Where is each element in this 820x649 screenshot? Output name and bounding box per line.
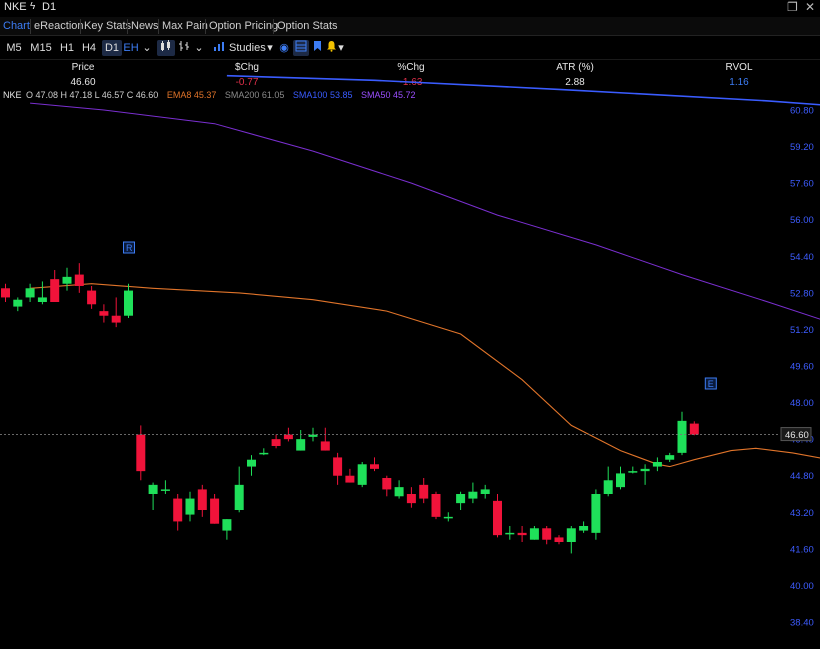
legend-sma100: SMA100 53.85 (292, 90, 353, 100)
y-tick-label: 41.60 (790, 544, 814, 555)
candle-body (443, 516, 453, 519)
candle-body (247, 459, 256, 467)
candle-body (259, 452, 269, 455)
candle-body (62, 276, 72, 284)
y-tick-label: 38.40 (790, 618, 814, 629)
candle-body (505, 532, 515, 535)
candle-body (456, 494, 466, 504)
candle-body (74, 274, 84, 286)
candle-body (50, 279, 60, 302)
candle-body (689, 423, 699, 435)
candle-body (124, 290, 133, 316)
candle-body (517, 532, 527, 536)
legend-sma200: SMA200 61.05 (224, 90, 285, 100)
y-tick-label: 57.60 (790, 179, 814, 190)
candle-body (394, 487, 404, 497)
candle-body (370, 464, 379, 469)
candle-body (566, 528, 576, 542)
candle-body (185, 498, 195, 515)
candle-body (25, 288, 35, 298)
y-tick-label: 43.20 (790, 508, 814, 519)
candle-body (333, 457, 343, 476)
candle-body (554, 537, 564, 542)
candle-body (640, 468, 650, 472)
candle-body (296, 439, 306, 451)
candle-body (13, 299, 23, 307)
candle-body (542, 528, 552, 540)
earnings-marker-r: R (126, 243, 133, 253)
candle-body (419, 484, 429, 499)
y-tick-label: 59.20 (790, 142, 814, 153)
y-tick-label: 44.80 (790, 471, 814, 482)
candle-body (160, 489, 170, 491)
candle-body (431, 494, 441, 517)
y-tick-label: 52.80 (790, 288, 814, 299)
candle-body (529, 528, 539, 540)
candle-body (603, 480, 613, 494)
candle-body (591, 494, 601, 533)
y-tick-label: 51.20 (790, 325, 814, 336)
y-tick-label: 48.00 (790, 398, 814, 409)
candle-body (652, 462, 662, 467)
candle-body (197, 489, 207, 510)
candle-body (677, 420, 687, 453)
candle-body (271, 439, 281, 446)
last-price-tag-label: 46.60 (785, 430, 809, 441)
y-tick-label: 54.40 (790, 252, 814, 263)
indicator-legend: NKE O 47.08 H 47.18 L 46.57 C 46.60 EMA8… (0, 90, 418, 102)
candle-body (628, 471, 638, 473)
candle-body (382, 478, 392, 490)
candle-body (148, 484, 158, 494)
candle-body (87, 290, 97, 305)
candle-body (210, 498, 220, 524)
candle-body (111, 315, 121, 323)
candle-body (468, 491, 478, 499)
candle-body (222, 519, 232, 531)
candle-body (493, 500, 502, 536)
sma50-line (30, 102, 820, 320)
legend-symbol: NKE (3, 90, 22, 100)
candle-body (37, 297, 47, 302)
candle-body (234, 484, 244, 510)
sma100-line (226, 74, 820, 106)
candle-body (357, 464, 367, 485)
legend-sma50: SMA50 45.72 (360, 90, 416, 100)
candle-body (136, 434, 146, 472)
candle-body (99, 311, 109, 316)
candle-body (480, 489, 490, 494)
y-tick-label: 40.00 (790, 581, 814, 592)
y-tick-label: 56.00 (790, 215, 814, 226)
legend-ema8: EMA8 45.37 (166, 90, 217, 100)
candle-body (406, 494, 416, 504)
candle-body (283, 434, 293, 440)
earnings-marker-e: E (708, 379, 714, 389)
legend-ohlc: O 47.08 H 47.18 L 46.57 C 46.60 (26, 90, 159, 100)
candle-body (616, 473, 625, 488)
candle-body (345, 475, 355, 483)
y-tick-label: 60.80 (790, 106, 814, 117)
candle-body (665, 455, 675, 460)
candle-body (320, 441, 330, 451)
y-tick-label: 49.60 (790, 362, 814, 373)
candle-body (173, 498, 183, 522)
candle-body (1, 288, 10, 298)
candle-body (579, 526, 589, 531)
